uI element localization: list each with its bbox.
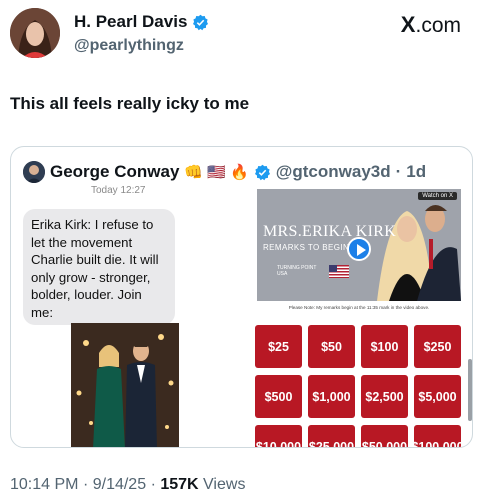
author-name-text[interactable]: H. Pearl Davis	[74, 12, 187, 32]
meta-sep-1: ·	[82, 476, 89, 493]
author-avatar[interactable]	[10, 8, 60, 58]
quoted-author-name[interactable]: George Conway	[50, 162, 179, 182]
donate-button[interactable]: $100,000	[411, 425, 464, 447]
quoted-author-emoji: 👊 🇺🇸 🔥	[184, 164, 249, 181]
us-flag-icon	[329, 265, 349, 278]
quoted-age[interactable]: 1d	[406, 162, 426, 182]
donate-button[interactable]: $500	[255, 375, 302, 418]
tpusa-logo: TURNING POINT USA	[277, 265, 317, 277]
donate-button[interactable]: $10,000	[255, 425, 302, 447]
x-logo[interactable]: X .com	[401, 12, 461, 38]
quoted-tweet-header: George Conway 👊 🇺🇸 🔥 @gtconway3d · 1d	[23, 159, 426, 185]
donate-button[interactable]: $100	[361, 325, 408, 368]
x-logo-suffix: .com	[415, 14, 461, 37]
meta-sep-2: ·	[150, 476, 156, 493]
donate-button[interactable]: $25	[255, 325, 302, 368]
tweet-time[interactable]: 10:14 PM	[10, 476, 78, 493]
play-icon[interactable]	[347, 237, 371, 261]
author-handle[interactable]: @pearlythingz	[74, 37, 184, 55]
quoted-author-handle[interactable]: @gtconway3d	[276, 162, 391, 182]
donate-button[interactable]: $25,000	[308, 425, 355, 447]
scrollbar[interactable]	[468, 359, 472, 421]
watch-on-x-label[interactable]: Watch on X	[418, 192, 457, 200]
tweet-text: This all feels really icky to me	[10, 94, 250, 113]
donate-button[interactable]: $1,000	[308, 375, 355, 418]
x-logo-mark: X	[400, 12, 416, 37]
donate-button[interactable]: $2,500	[361, 375, 408, 418]
quoted-sep: ·	[395, 162, 402, 181]
donate-button[interactable]: $50	[308, 325, 355, 368]
views-count: 157K	[160, 476, 199, 493]
donate-button[interactable]: $50,000	[361, 425, 408, 447]
tweet-meta: 10:14 PM · 9/14/25 · 157K Views	[10, 476, 245, 494]
views-label: Views	[203, 476, 246, 493]
donate-button[interactable]: $250	[414, 325, 461, 368]
quoted-tweet[interactable]: George Conway 👊 🇺🇸 🔥 @gtconway3d · 1d To…	[10, 146, 473, 448]
video-subtitle: REMARKS TO BEGIN	[263, 243, 350, 252]
quoted-author-avatar[interactable]	[23, 161, 45, 183]
video-title: MRS.ERIKA KIRK	[263, 223, 397, 240]
couple-photo[interactable]	[71, 323, 179, 447]
author-name[interactable]: H. Pearl Davis	[74, 12, 209, 32]
donate-button[interactable]: $5,000	[414, 375, 461, 418]
message-date: Today 12:27	[91, 185, 146, 196]
verified-badge-icon	[193, 14, 209, 30]
tweet-date[interactable]: 9/14/25	[93, 476, 146, 493]
video-thumbnail[interactable]: Watch on X MRS.ERIKA KIRK REMARKS TO BEG…	[257, 189, 461, 301]
message-bubble: Erika Kirk: I refuse to let the movement…	[23, 209, 175, 325]
quoted-verified-badge-icon	[254, 164, 270, 180]
video-note: Please Note: My remarks begin at the 11:…	[288, 305, 430, 310]
